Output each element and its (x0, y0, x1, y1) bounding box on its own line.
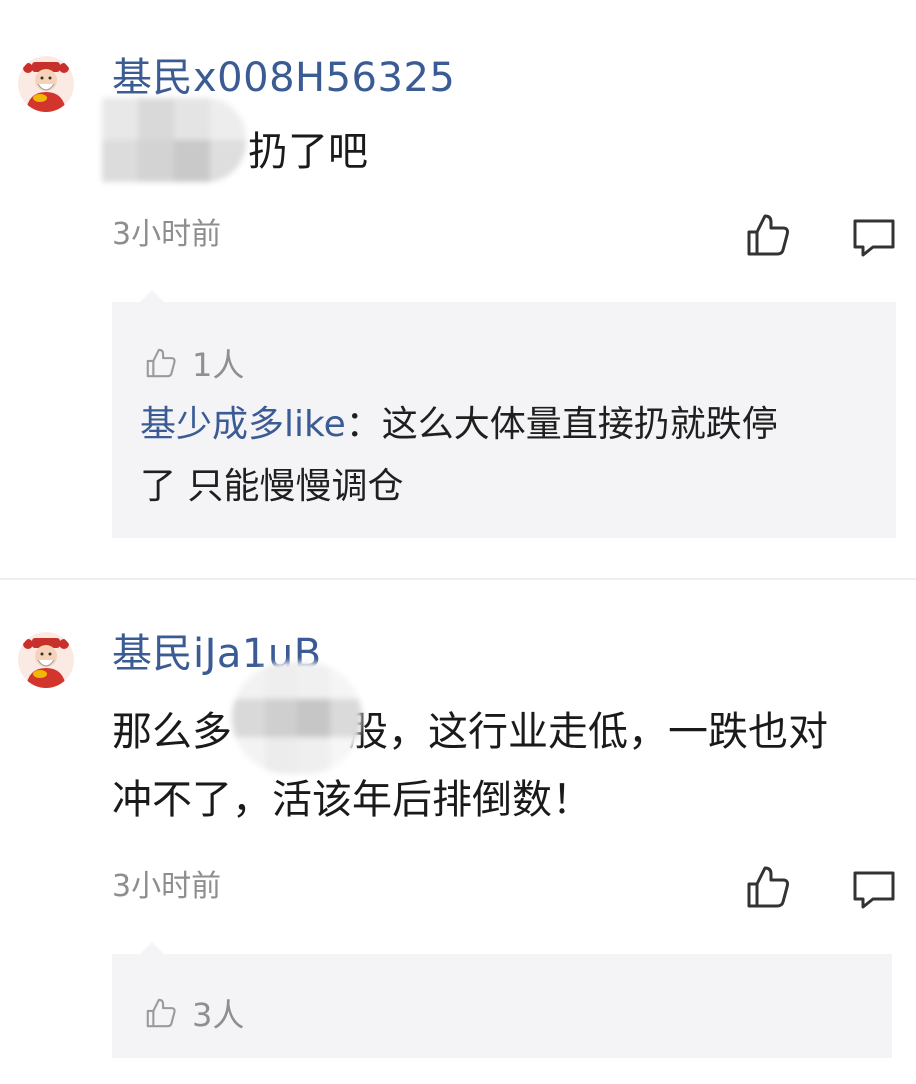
reply-box-caret (140, 290, 164, 302)
comment-content: 那么多 股，这行业走低，一跌也对 冲不了，活该年后排倒数！ (112, 709, 828, 823)
comment-divider (0, 578, 916, 580)
reply-button[interactable] (848, 864, 900, 914)
speech-bubble-icon (853, 219, 895, 257)
like-button[interactable] (742, 210, 794, 260)
mosaic-redaction (102, 98, 246, 182)
reply-like-count[interactable]: 1人 (144, 340, 244, 386)
like-count-label: 3人 (192, 996, 245, 1034)
speech-bubble-icon (853, 871, 895, 909)
thumbs-up-icon (146, 348, 176, 378)
reply-box: 3人 (112, 954, 892, 1058)
reply-text: 这么大体量直接扔就跌停 (381, 404, 778, 445)
reply-like-count[interactable]: 3人 (144, 990, 244, 1036)
caishen-avatar-icon (18, 632, 74, 688)
comment-time: 3小时前 (112, 869, 222, 904)
like-button[interactable] (742, 862, 794, 912)
reply-text-continued: 了 只能慢慢调仓 (140, 466, 404, 507)
thumbs-up-icon (747, 866, 789, 908)
comment-username[interactable]: 基民x008H56325 (112, 58, 455, 98)
avatar[interactable] (18, 632, 74, 688)
thumbs-up-icon (747, 214, 789, 256)
caishen-avatar-icon (18, 56, 74, 112)
reply-box-caret (140, 942, 164, 954)
like-count-label: 1人 (192, 346, 245, 384)
reply-separator: ： (345, 404, 382, 445)
reply-button[interactable] (848, 212, 900, 262)
reply-username[interactable]: 基少成多like (140, 404, 346, 445)
thumbs-up-icon (146, 998, 176, 1028)
reply-item[interactable]: 基少成多like：这么大体量直接扔就跌停 了 只能慢慢调仓 (140, 394, 880, 518)
comment-time: 3小时前 (112, 217, 222, 252)
mosaic-redaction (232, 662, 362, 774)
avatar[interactable] (18, 56, 74, 112)
reply-box: 1人 基少成多like：这么大体量直接扔就跌停 了 只能慢慢调仓 (112, 302, 896, 538)
